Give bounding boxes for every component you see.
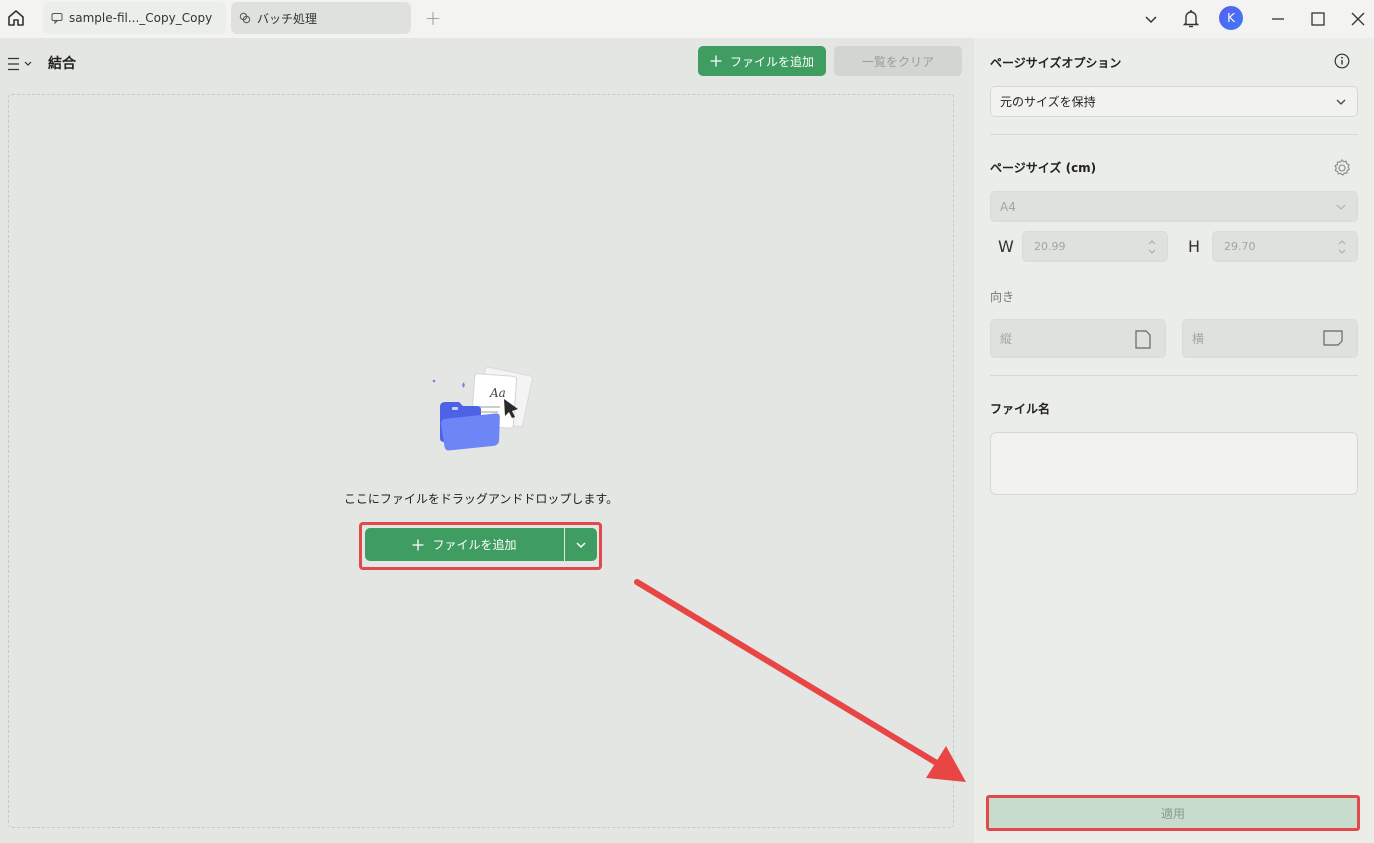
tab-batch[interactable]: バッチ処理 bbox=[231, 2, 411, 34]
height-input[interactable]: 29.70 bbox=[1212, 231, 1358, 262]
add-file-main-label: ファイルを追加 bbox=[432, 538, 517, 552]
width-input[interactable]: 20.99 bbox=[1022, 231, 1168, 262]
chevron-down-icon bbox=[1336, 204, 1346, 210]
clear-list-button[interactable]: 一覧をクリア bbox=[834, 46, 962, 76]
height-value: 29.70 bbox=[1224, 240, 1256, 253]
portrait-option[interactable]: 縦 bbox=[990, 319, 1166, 358]
chevron-down-icon bbox=[1336, 99, 1346, 105]
page-size-option-title: ページサイズオプション bbox=[990, 56, 1122, 70]
landscape-label: 横 bbox=[1192, 332, 1205, 346]
portrait-page-icon bbox=[1135, 330, 1151, 349]
batch-icon bbox=[239, 11, 253, 25]
home-icon[interactable] bbox=[5, 7, 27, 29]
add-file-main-button[interactable]: ファイルを追加 bbox=[365, 528, 564, 561]
apply-label: 適用 bbox=[1160, 806, 1185, 821]
drop-instruction: ここにファイルをドラッグアンドドロップします。 bbox=[343, 492, 619, 506]
info-icon[interactable] bbox=[1334, 53, 1350, 73]
divider bbox=[990, 134, 1358, 135]
tab-document[interactable]: sample-fil..._Copy_Copy bbox=[43, 2, 226, 34]
svg-text:Aa: Aa bbox=[489, 386, 506, 400]
portrait-label: 縦 bbox=[1000, 332, 1013, 346]
settings-panel: ページサイズオプション 元のサイズを保持 ページサイズ (cm) A4 W 20… bbox=[974, 38, 1374, 843]
apply-button[interactable]: 適用 bbox=[989, 798, 1357, 828]
divider bbox=[990, 375, 1358, 376]
chevron-down-icon[interactable] bbox=[1140, 8, 1162, 30]
add-file-button[interactable]: ファイルを追加 bbox=[698, 46, 826, 76]
avatar[interactable]: K bbox=[1219, 6, 1243, 30]
plus-icon bbox=[412, 539, 424, 550]
orientation-title: 向き bbox=[990, 290, 1015, 304]
comment-icon bbox=[51, 11, 65, 25]
tab-label: sample-fil..._Copy_Copy bbox=[69, 11, 213, 25]
plus-icon bbox=[710, 55, 722, 67]
height-label: H bbox=[1188, 237, 1201, 256]
folder-illustration-icon: Aa bbox=[428, 365, 538, 465]
bell-icon[interactable] bbox=[1180, 8, 1202, 30]
add-file-dropdown-button[interactable] bbox=[565, 528, 597, 561]
close-icon[interactable] bbox=[1347, 8, 1369, 30]
stepper-icon[interactable] bbox=[1337, 238, 1347, 256]
chevron-down-icon bbox=[576, 541, 586, 548]
page-size-title: ページサイズ (cm) bbox=[990, 161, 1097, 175]
page-size-option-select[interactable]: 元のサイズを保持 bbox=[990, 86, 1358, 117]
filename-title: ファイル名 bbox=[990, 402, 1051, 416]
paper-size-value: A4 bbox=[1000, 199, 1016, 214]
landscape-page-icon bbox=[1323, 330, 1343, 346]
workspace: 結合 ファイルを追加 一覧をクリア Aa ここにファイルをドラッグアンドドロップ… bbox=[0, 38, 970, 843]
title-bar: sample-fil..._Copy_Copy バッチ処理 + K bbox=[0, 0, 1374, 38]
page-size-option-value: 元のサイズを保持 bbox=[1000, 95, 1096, 109]
paper-size-select[interactable]: A4 bbox=[990, 191, 1358, 222]
width-label: W bbox=[998, 237, 1014, 256]
maximize-icon[interactable] bbox=[1307, 8, 1329, 30]
gear-icon[interactable] bbox=[1332, 158, 1352, 182]
landscape-option[interactable]: 横 bbox=[1182, 319, 1358, 358]
new-tab-button[interactable]: + bbox=[424, 8, 442, 28]
menu-icon[interactable] bbox=[8, 56, 36, 72]
page-title: 結合 bbox=[48, 56, 76, 72]
clear-list-label: 一覧をクリア bbox=[861, 54, 934, 69]
tab-label: バッチ処理 bbox=[257, 11, 318, 26]
stepper-icon[interactable] bbox=[1147, 238, 1157, 256]
filename-field[interactable] bbox=[990, 432, 1358, 495]
width-value: 20.99 bbox=[1034, 240, 1066, 253]
add-file-label: ファイルを追加 bbox=[729, 54, 814, 69]
minimize-icon[interactable] bbox=[1267, 8, 1289, 30]
